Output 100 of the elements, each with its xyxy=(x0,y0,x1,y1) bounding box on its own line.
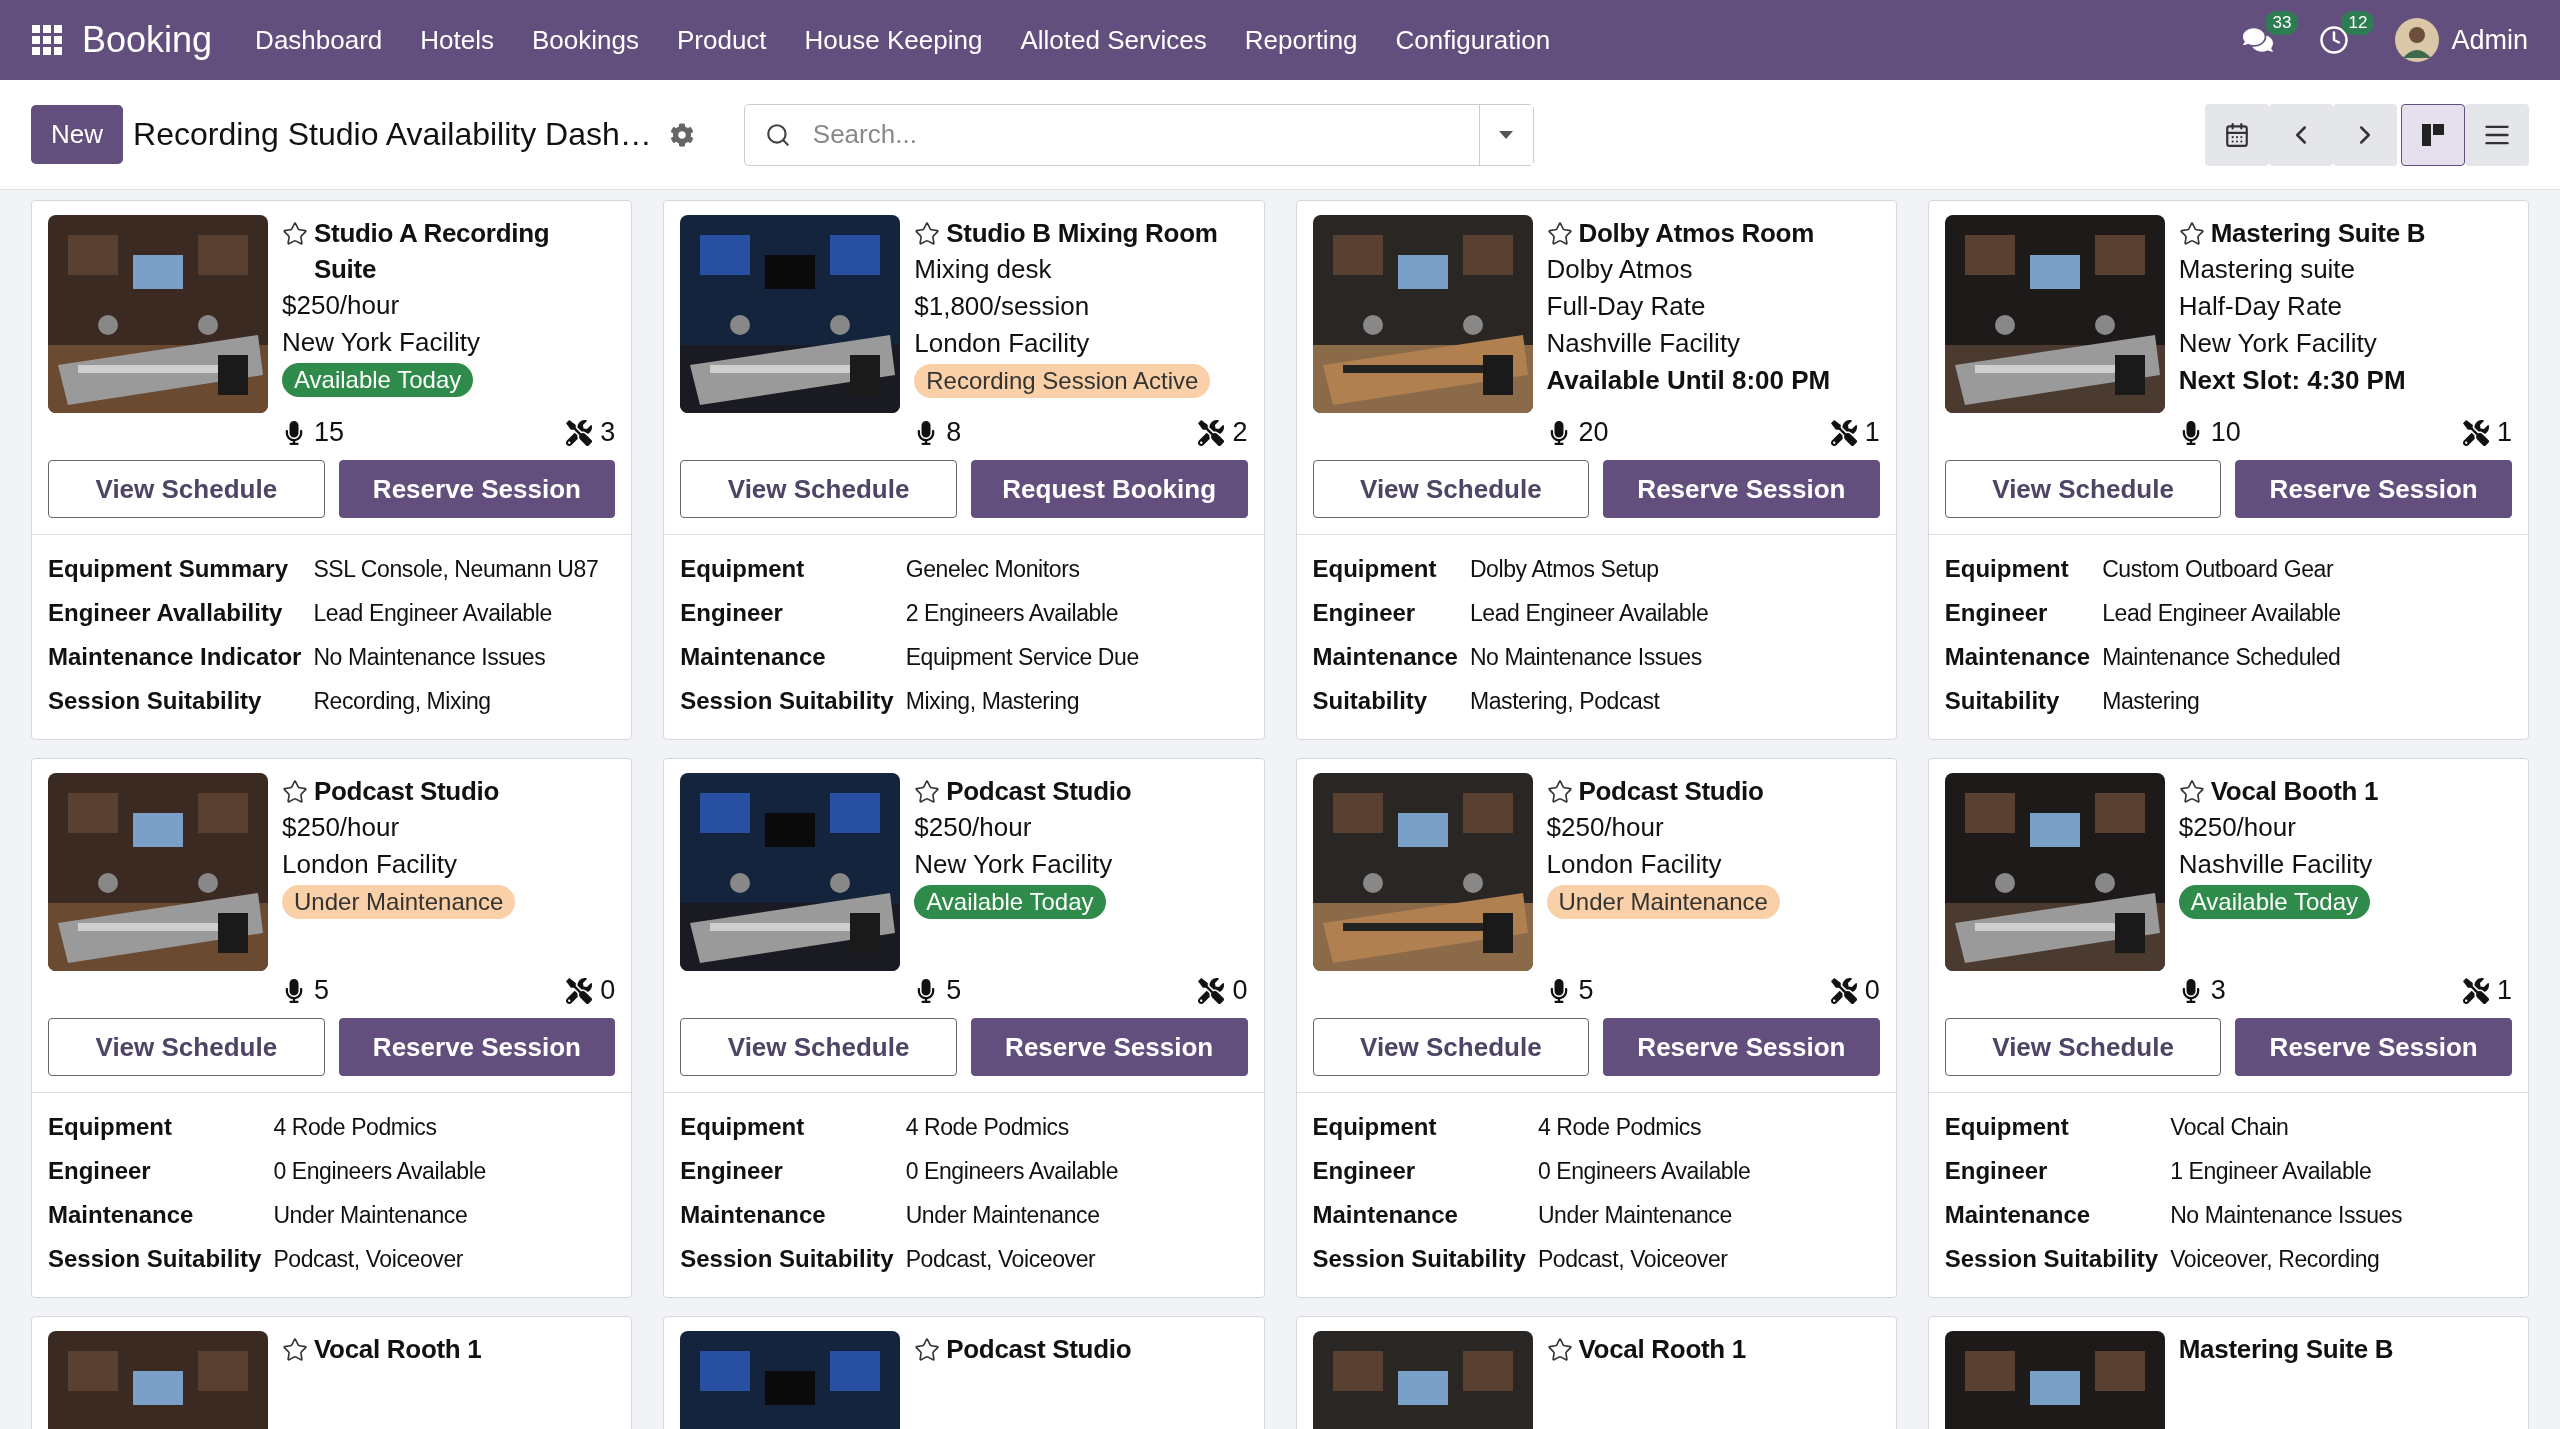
schedule-button[interactable]: View Schedule xyxy=(1944,460,2222,518)
search-field[interactable]: Search... xyxy=(743,103,1534,166)
info-text: $250/hour xyxy=(2178,811,2297,844)
dropdown-toggle[interactable] xyxy=(1478,104,1533,165)
studio-card[interactable] xyxy=(1927,758,2529,1298)
booking-button[interactable]: Reserve Session xyxy=(2235,460,2512,518)
detail-value: No Maintenance Issues xyxy=(313,643,547,672)
microphone-count: 5 xyxy=(946,975,962,1006)
schedule-button[interactable]: View Schedule xyxy=(680,1018,957,1076)
menu-item[interactable]: Alloted Services xyxy=(1020,24,1207,56)
availability-text: Available Until 8:00 PM xyxy=(1546,364,1831,397)
schedule-button[interactable]: View Schedule xyxy=(1312,1018,1590,1076)
detail-label: Maintenance xyxy=(1944,1200,2092,1230)
kanban-view-button[interactable] xyxy=(2401,103,2465,166)
detail-label: Session Suitability xyxy=(680,1244,894,1274)
star-icon[interactable] xyxy=(2178,779,2205,805)
studio-name: Mastering Suite B xyxy=(2178,1333,2394,1366)
search-input[interactable]: Search... xyxy=(810,118,1479,151)
schedule-button[interactable]: View Schedule xyxy=(680,460,957,518)
info-text: New York Facility xyxy=(282,326,481,359)
booking-button[interactable]: Reserve Session xyxy=(338,460,616,518)
star-icon[interactable] xyxy=(2178,221,2205,247)
studio-card[interactable]: Podcast Studio xyxy=(663,1316,1265,1429)
studio-card[interactable] xyxy=(663,200,1265,740)
booking-button[interactable]: Reserve Session xyxy=(1603,460,1880,518)
info-text: London Facility xyxy=(282,848,458,881)
detail-value: 4 Rode Podmics xyxy=(273,1113,438,1142)
tools-icon xyxy=(1198,419,1225,446)
schedule-button[interactable]: View Schedule xyxy=(1312,460,1590,518)
detail-value: Genelec Monitors xyxy=(905,555,1081,584)
studio-card[interactable]: Vocal Rooth 1 xyxy=(31,1316,633,1429)
detail-label: Equipment xyxy=(1312,1112,1438,1142)
menu-item[interactable]: Dashboard xyxy=(255,24,383,56)
menu-item[interactable]: Hotels xyxy=(420,24,494,56)
detail-value: 0 Engineers Available xyxy=(905,1157,1120,1186)
info-text: New York Facility xyxy=(2178,327,2378,360)
schedule-button[interactable]: View Schedule xyxy=(48,1018,325,1076)
star-icon[interactable] xyxy=(914,221,941,247)
user-name[interactable]: Admin xyxy=(2451,24,2528,56)
menu-item[interactable]: House Keeping xyxy=(804,24,983,56)
studio-name: Studio B Mixing Room xyxy=(946,217,1218,250)
detail-label: Engineer xyxy=(1944,598,2049,628)
schedule-button[interactable]: View Schedule xyxy=(48,460,325,518)
star-icon[interactable] xyxy=(1546,221,1573,247)
studio-card[interactable] xyxy=(31,200,633,740)
page-title: Recording Studio Availability Dash… xyxy=(133,116,652,153)
star-icon[interactable] xyxy=(282,221,308,247)
avatar[interactable] xyxy=(2395,18,2440,62)
star-icon[interactable] xyxy=(282,779,308,805)
detail-label: Session Suitability xyxy=(1944,1244,2159,1274)
apps-grid-icon[interactable] xyxy=(32,25,62,55)
tools-count: 1 xyxy=(2496,417,2512,448)
star-icon[interactable] xyxy=(914,1337,941,1363)
info-text: Nashville Facility xyxy=(2178,848,2374,881)
studio-card[interactable] xyxy=(663,758,1265,1298)
menu-item[interactable]: Reporting xyxy=(1244,24,1358,56)
schedule-button[interactable]: View Schedule xyxy=(1944,1018,2222,1076)
settings-icon[interactable] xyxy=(669,122,694,147)
star-icon[interactable] xyxy=(1546,779,1573,805)
detail-label: Session Suitability xyxy=(1312,1244,1526,1274)
new-button[interactable]: New xyxy=(31,105,123,164)
studio-card[interactable] xyxy=(31,758,633,1298)
microphone-count: 8 xyxy=(946,417,962,448)
studio-card[interactable] xyxy=(1295,200,1897,740)
booking-button[interactable]: Reserve Session xyxy=(1603,1018,1880,1076)
studio-card[interactable]: Vocal Rooth 1 xyxy=(1295,1316,1897,1429)
info-text: London Facility xyxy=(914,327,1091,360)
info-text: Dolby Atmos xyxy=(1546,253,1694,286)
tools-icon xyxy=(566,419,593,446)
studio-card[interactable] xyxy=(1927,200,2529,740)
clock-icon[interactable] xyxy=(2319,25,2350,55)
booking-button[interactable]: Request Booking xyxy=(970,460,1248,518)
list-view-button[interactable] xyxy=(2465,103,2529,166)
info-text: Nashville Facility xyxy=(1546,327,1742,360)
detail-label: Engineer xyxy=(48,1156,152,1186)
detail-label: Maintenance Indicator xyxy=(48,642,302,672)
info-text: $250/hour xyxy=(282,811,401,844)
detail-value: Under Maintenance xyxy=(1537,1201,1733,1230)
detail-value: Equipment Service Due xyxy=(905,643,1140,672)
star-icon[interactable] xyxy=(1546,1337,1573,1363)
star-icon[interactable] xyxy=(282,1337,308,1363)
status-badge: Available Today xyxy=(282,363,474,397)
count-badge: 12 xyxy=(2341,11,2375,35)
app-name[interactable]: Booking xyxy=(82,19,213,61)
menu-item[interactable]: Product xyxy=(677,24,767,56)
info-text: $250/hour xyxy=(1546,811,1665,844)
menu-item[interactable]: Bookings xyxy=(532,24,639,56)
studio-card[interactable] xyxy=(1295,758,1897,1298)
tools-count: 1 xyxy=(2496,975,2512,1006)
detail-label: Suitability xyxy=(1312,686,1429,716)
menu-item[interactable]: Configuration xyxy=(1395,24,1551,56)
booking-button[interactable]: Reserve Session xyxy=(2235,1018,2512,1076)
tools-icon xyxy=(566,977,593,1004)
star-icon[interactable] xyxy=(914,779,941,805)
booking-button[interactable]: Reserve Session xyxy=(338,1018,616,1076)
studio-card[interactable]: Mastering Suite B xyxy=(1927,1316,2529,1429)
booking-button[interactable]: Reserve Session xyxy=(970,1018,1248,1076)
detail-value: 4 Rode Podmics xyxy=(1537,1113,1703,1142)
calendar-button[interactable] xyxy=(2205,103,2269,166)
messages-icon[interactable] xyxy=(2243,25,2274,55)
